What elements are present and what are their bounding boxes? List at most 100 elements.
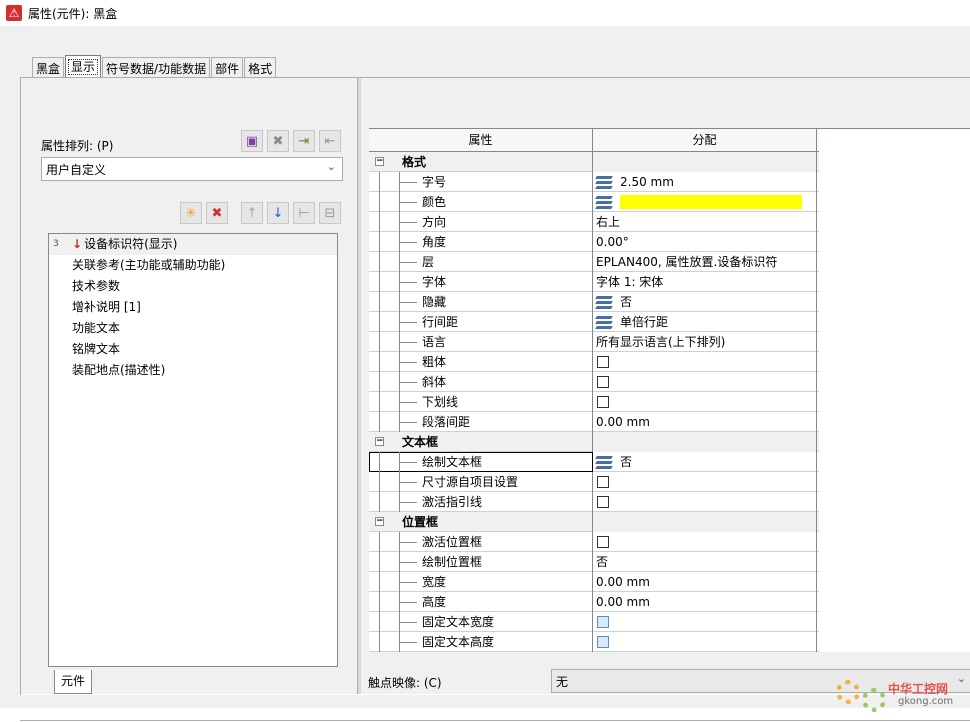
property-value-cell[interactable]: 否 [593, 452, 817, 472]
property-value-cell[interactable]: 字体 1: 宋体 [593, 272, 817, 292]
property-label: 下划线 [422, 395, 459, 409]
grid-row[interactable]: 宽度 0.00 mm [369, 572, 819, 592]
property-value-cell[interactable] [593, 192, 817, 212]
grid-group-row[interactable]: − 位置框 [369, 512, 819, 532]
checkbox[interactable] [597, 496, 609, 508]
table-icon[interactable]: ⊟ [319, 202, 341, 224]
property-value: 否 [620, 295, 633, 309]
property-value-cell[interactable]: 0.00° [593, 232, 817, 252]
property-label-cell: 方向 [369, 212, 593, 232]
grid-row[interactable]: 段落间距 0.00 mm [369, 412, 819, 432]
collapse-icon[interactable]: − [375, 157, 384, 166]
group-label: 位置框 [402, 515, 439, 529]
tab-parts[interactable]: 部件 [211, 57, 244, 77]
collapse-icon[interactable]: − [375, 437, 384, 446]
watermark-text: 中华工控网 [888, 682, 949, 696]
property-label: 方向 [422, 215, 447, 229]
grid-row[interactable]: 层 EPLAN400, 属性放置.设备标识符 [369, 252, 819, 272]
list-item[interactable]: 功能文本 [49, 318, 337, 339]
checkbox[interactable] [597, 616, 609, 628]
list-item[interactable]: 铭牌文本 [49, 339, 337, 360]
property-value-cell[interactable]: 否 [593, 292, 817, 312]
tab-element[interactable]: 元件 [54, 670, 92, 694]
property-value-cell[interactable]: 单倍行距 [593, 312, 817, 332]
stack-icon[interactable] [595, 295, 613, 309]
delete-scheme-icon[interactable]: ✖ [267, 130, 289, 152]
list-item[interactable]: 装配地点(描述性) [49, 360, 337, 381]
property-value-cell[interactable]: 2.50 mm [593, 172, 817, 192]
new-icon[interactable]: ✳ [180, 202, 202, 224]
property-value-cell[interactable] [593, 492, 817, 512]
stack-icon[interactable] [595, 455, 613, 469]
property-value-cell[interactable]: 0.00 mm [593, 412, 817, 432]
property-value-cell[interactable]: EPLAN400, 属性放置.设备标识符 [593, 252, 817, 272]
property-value-cell[interactable]: 0.00 mm [593, 592, 817, 612]
checkbox[interactable] [597, 396, 609, 408]
list-item[interactable]: 增补说明 [1] [49, 297, 337, 318]
property-value-cell[interactable] [593, 532, 817, 552]
grid-row[interactable]: 角度 0.00° [369, 232, 819, 252]
top-bottom-icon[interactable]: ⊢ [293, 202, 315, 224]
grid-row[interactable]: 下划线 [369, 392, 819, 412]
column-header-value[interactable]: 分配 [593, 129, 817, 152]
color-swatch[interactable] [620, 195, 802, 209]
grid-row[interactable]: 绘制文本框 否 [369, 452, 819, 472]
move-down-icon[interactable]: ↓ [267, 202, 289, 224]
property-label-cell: 固定文本高度 [369, 632, 593, 652]
grid-row[interactable]: 固定文本高度 [369, 632, 819, 652]
grid-group-row[interactable]: − 文本框 [369, 432, 819, 452]
grid-row[interactable]: 高度 0.00 mm [369, 592, 819, 612]
stack-icon[interactable] [595, 315, 613, 329]
property-value-cell[interactable] [593, 472, 817, 492]
group-label-cell: − 文本框 [369, 432, 593, 452]
grid-row[interactable]: 斜体 [369, 372, 819, 392]
tab-black-box[interactable]: 黑盒 [32, 57, 65, 77]
grid-row[interactable]: 方向 右上 [369, 212, 819, 232]
grid-row[interactable]: 颜色 [369, 192, 819, 212]
property-value-cell[interactable]: 0.00 mm [593, 572, 817, 592]
collapse-icon[interactable]: − [375, 517, 384, 526]
checkbox[interactable] [597, 536, 609, 548]
property-value-cell[interactable] [593, 392, 817, 412]
grid-group-row[interactable]: − 格式 [369, 152, 819, 172]
checkbox[interactable] [597, 476, 609, 488]
import-icon[interactable]: ⇥ [293, 130, 315, 152]
property-value-cell[interactable] [593, 352, 817, 372]
group-label-cell: − 位置框 [369, 512, 593, 532]
list-item[interactable]: 技术参数 [49, 276, 337, 297]
grid-row[interactable]: 粗体 [369, 352, 819, 372]
stack-icon[interactable] [595, 175, 613, 189]
list-item[interactable]: 关联参考(主功能或辅助功能) [49, 255, 337, 276]
tab-display[interactable]: 显示 [65, 55, 102, 77]
grid-row[interactable]: 字体 字体 1: 宋体 [369, 272, 819, 292]
property-value-cell[interactable]: 所有显示语言(上下排列) [593, 332, 817, 352]
grid-row[interactable]: 行间距 单倍行距 [369, 312, 819, 332]
property-value-cell[interactable] [593, 612, 817, 632]
checkbox[interactable] [597, 636, 609, 648]
property-value-cell[interactable] [593, 632, 817, 652]
column-header-property[interactable]: 属性 [369, 129, 593, 152]
move-up-icon[interactable]: ↑ [241, 202, 263, 224]
grid-row[interactable]: 激活指引线 [369, 492, 819, 512]
grid-row[interactable]: 固定文本宽度 [369, 612, 819, 632]
grid-row[interactable]: 隐藏 否 [369, 292, 819, 312]
grid-row[interactable]: 尺寸源自项目设置 [369, 472, 819, 492]
grid-row[interactable]: 字号 2.50 mm [369, 172, 819, 192]
property-value-cell[interactable]: 右上 [593, 212, 817, 232]
property-sort-select[interactable]: 用户自定义 ⌄ [41, 157, 343, 181]
save-icon[interactable]: ▣ [241, 130, 263, 152]
tab-format[interactable]: 格式 [244, 57, 277, 77]
stack-icon[interactable] [595, 195, 613, 209]
grid-row[interactable]: 激活位置框 [369, 532, 819, 552]
checkbox[interactable] [597, 376, 609, 388]
delete-icon[interactable]: ✖ [206, 202, 228, 224]
grid-row[interactable]: 语言 所有显示语言(上下排列) [369, 332, 819, 352]
checkbox[interactable] [597, 356, 609, 368]
property-value-cell[interactable] [593, 372, 817, 392]
property-label: 粗体 [422, 355, 447, 369]
export-icon[interactable]: ⇤ [319, 130, 341, 152]
tab-symbol-data[interactable]: 符号数据/功能数据 [102, 57, 211, 77]
grid-row[interactable]: 绘制位置框 否 [369, 552, 819, 572]
list-item[interactable]: 3 ↓ 设备标识符(显示) [49, 234, 337, 255]
property-value-cell[interactable]: 否 [593, 552, 817, 572]
